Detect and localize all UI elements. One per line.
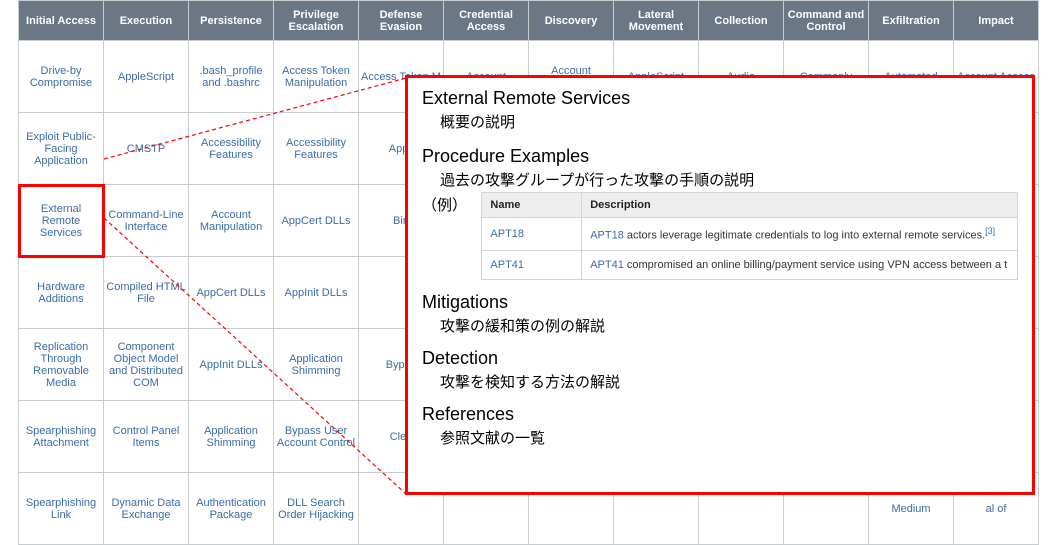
technique-link[interactable]: Access Token Manipulation: [282, 65, 350, 89]
matrix-cell[interactable]: Application Shimming: [274, 329, 359, 401]
matrix-header-cell: Credential Access: [444, 1, 529, 41]
procedure-name-cell[interactable]: APT18: [482, 218, 582, 251]
matrix-cell[interactable]: Account Manipulation: [189, 185, 274, 257]
matrix-header-cell: Execution: [104, 1, 189, 41]
callout-title: External Remote Services: [422, 88, 1018, 109]
technique-link[interactable]: Compiled HTML File: [106, 281, 185, 305]
matrix-cell[interactable]: Access Token Manipulation: [274, 41, 359, 113]
procedure-desc-cell: APT18 actors leverage legitimate credent…: [582, 218, 1018, 251]
detection-title: Detection: [422, 348, 1018, 369]
matrix-cell[interactable]: AppInit DLLs: [189, 329, 274, 401]
technique-link[interactable]: Medium: [891, 503, 930, 515]
technique-link[interactable]: Spearphishing Link: [26, 497, 96, 521]
matrix-header-cell: Command and Control: [784, 1, 869, 41]
matrix-cell[interactable]: Control Panel Items: [104, 401, 189, 473]
matrix-header-cell: Exfiltration: [869, 1, 954, 41]
matrix-header-cell: Defense Evasion: [359, 1, 444, 41]
procedure-row: APT18APT18 actors leverage legitimate cr…: [482, 218, 1018, 251]
procedure-desc-link[interactable]: APT41: [590, 259, 624, 271]
technique-link[interactable]: Application Shimming: [204, 425, 258, 449]
detection-sub: 攻撃を検知する方法の解説: [440, 371, 1018, 392]
procedure-desc-link[interactable]: APT18: [590, 230, 624, 242]
matrix-cell[interactable]: Replication Through Removable Media: [19, 329, 104, 401]
references-sub: 参照文献の一覧: [440, 427, 1018, 448]
technique-link[interactable]: Accessibility Features: [201, 137, 261, 161]
matrix-cell[interactable]: Command-Line Interface: [104, 185, 189, 257]
procedure-desc-cell: APT41 compromised an online billing/paym…: [582, 250, 1018, 279]
inner-head-desc: Description: [582, 193, 1018, 218]
technique-link[interactable]: al of: [986, 503, 1007, 515]
matrix-cell[interactable]: Drive-by Compromise: [19, 41, 104, 113]
matrix-header-cell: Lateral Movement: [614, 1, 699, 41]
matrix-cell[interactable]: Hardware Additions: [19, 257, 104, 329]
matrix-header-row: Initial AccessExecutionPersistencePrivil…: [19, 1, 1039, 41]
procedure-name-cell[interactable]: APT41: [482, 250, 582, 279]
technique-link[interactable]: AppInit DLLs: [200, 359, 263, 371]
technique-link[interactable]: Authentication Package: [196, 497, 266, 521]
reference-sup[interactable]: [3]: [985, 226, 995, 236]
matrix-header-cell: Privilege Escalation: [274, 1, 359, 41]
matrix-cell[interactable]: Application Shimming: [189, 401, 274, 473]
procedure-title: Procedure Examples: [422, 146, 1018, 167]
technique-link[interactable]: .bash_profile and .bashrc: [200, 65, 263, 89]
technique-link[interactable]: Dynamic Data Exchange: [111, 497, 180, 521]
technique-link[interactable]: External Remote Services: [40, 203, 82, 239]
inner-tbody: APT18APT18 actors leverage legitimate cr…: [482, 218, 1018, 280]
technique-link[interactable]: AppInit DLLs: [285, 287, 348, 299]
matrix-header-cell: Impact: [954, 1, 1039, 41]
matrix-cell[interactable]: .bash_profile and .bashrc: [189, 41, 274, 113]
detail-callout: External Remote Services 概要の説明 Procedure…: [405, 75, 1035, 495]
technique-link[interactable]: CMSTP: [127, 143, 166, 155]
matrix-header-cell: Initial Access: [19, 1, 104, 41]
matrix-cell[interactable]: Bypass User Account Control: [274, 401, 359, 473]
matrix-cell[interactable]: Spearphishing Attachment: [19, 401, 104, 473]
matrix-cell[interactable]: Exploit Public-Facing Application: [19, 113, 104, 185]
technique-link[interactable]: Control Panel Items: [113, 425, 180, 449]
procedure-prefix: （例）: [422, 192, 481, 280]
matrix-cell[interactable]: Accessibility Features: [189, 113, 274, 185]
matrix-cell[interactable]: AppCert DLLs: [189, 257, 274, 329]
callout-title-sub: 概要の説明: [440, 111, 1018, 132]
technique-link[interactable]: Command-Line Interface: [108, 209, 183, 233]
mitigations-sub: 攻撃の緩和策の例の解説: [440, 315, 1018, 336]
technique-link[interactable]: AppCert DLLs: [281, 215, 350, 227]
technique-link[interactable]: Drive-by Compromise: [30, 65, 92, 89]
technique-link[interactable]: Account Manipulation: [200, 209, 262, 233]
references-title: References: [422, 404, 1018, 425]
matrix-cell[interactable]: AppInit DLLs: [274, 257, 359, 329]
technique-link[interactable]: Hardware Additions: [37, 281, 85, 305]
matrix-cell[interactable]: AppCert DLLs: [274, 185, 359, 257]
matrix-header-cell: Discovery: [529, 1, 614, 41]
matrix-cell[interactable]: External Remote Services: [19, 185, 104, 257]
inner-head-name: Name: [482, 193, 582, 218]
matrix-cell[interactable]: Component Object Model and Distributed C…: [104, 329, 189, 401]
matrix-header-cell: Collection: [699, 1, 784, 41]
technique-link[interactable]: Bypass User Account Control: [277, 425, 355, 449]
technique-link[interactable]: DLL Search Order Hijacking: [278, 497, 354, 521]
mitigations-title: Mitigations: [422, 292, 1018, 313]
matrix-cell[interactable]: Compiled HTML File: [104, 257, 189, 329]
technique-link[interactable]: AppleScript: [118, 71, 174, 83]
technique-link[interactable]: AppCert DLLs: [196, 287, 265, 299]
technique-link[interactable]: Exploit Public-Facing Application: [26, 131, 96, 167]
matrix-cell[interactable]: CMSTP: [104, 113, 189, 185]
matrix-header-cell: Persistence: [189, 1, 274, 41]
technique-link[interactable]: Application Shimming: [289, 353, 343, 377]
matrix-cell[interactable]: AppleScript: [104, 41, 189, 113]
procedure-examples-table: Name Description APT18APT18 actors lever…: [481, 192, 1018, 280]
technique-link[interactable]: Spearphishing Attachment: [26, 425, 96, 449]
technique-link[interactable]: Accessibility Features: [286, 137, 346, 161]
procedure-sub: 過去の攻撃グループが行った攻撃の手順の説明: [440, 169, 1018, 190]
technique-link[interactable]: Replication Through Removable Media: [33, 341, 89, 389]
matrix-cell[interactable]: Accessibility Features: [274, 113, 359, 185]
procedure-row: APT41APT41 compromised an online billing…: [482, 250, 1018, 279]
technique-link[interactable]: Component Object Model and Distributed C…: [109, 341, 183, 389]
